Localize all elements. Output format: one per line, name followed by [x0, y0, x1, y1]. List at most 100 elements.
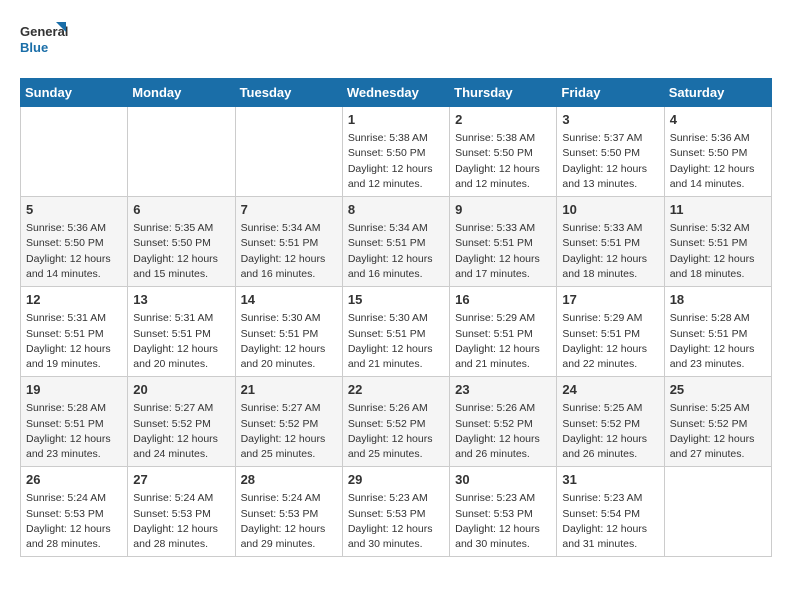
day-number: 29 [348, 471, 444, 489]
calendar-cell: 11 Sunrise: 5:32 AM Sunset: 5:51 PM Dayli… [664, 197, 771, 287]
day-number: 11 [670, 201, 766, 219]
day-number: 30 [455, 471, 551, 489]
day-info: Sunrise: 5:34 AM Sunset: 5:51 PM Dayligh… [348, 221, 444, 282]
day-number: 8 [348, 201, 444, 219]
calendar-cell: 14Sunrise: 5:30 AM Sunset: 5:51 PM Dayli… [235, 287, 342, 377]
day-info: Sunrise: 5:28 AM Sunset: 5:51 PM Dayligh… [26, 401, 122, 462]
header-day: Sunday [21, 79, 128, 107]
calendar-cell: 15 Sunrise: 5:30 AM Sunset: 5:51 PM Dayli… [342, 287, 449, 377]
calendar-cell: 22Sunrise: 5:26 AM Sunset: 5:52 PM Dayli… [342, 377, 449, 467]
calendar-cell [235, 107, 342, 197]
day-number: 2 [455, 111, 551, 129]
day-number: 25 [670, 381, 766, 399]
day-number: 6 [133, 201, 229, 219]
calendar-table: SundayMondayTuesdayWednesdayThursdayFrid… [20, 78, 772, 557]
header-day: Tuesday [235, 79, 342, 107]
calendar-cell [21, 107, 128, 197]
day-info: Sunrise: 5:32 AM Sunset: 5:51 PM Dayligh… [670, 221, 766, 282]
day-info: Sunrise: 5:25 AM Sunset: 5:52 PM Dayligh… [670, 401, 766, 462]
day-number: 23 [455, 381, 551, 399]
calendar-week-row: 26Sunrise: 5:24 AM Sunset: 5:53 PM Dayli… [21, 467, 772, 557]
svg-text:Blue: Blue [20, 40, 48, 55]
calendar-cell: 31 Sunrise: 5:23 AM Sunset: 5:54 PM Dayli… [557, 467, 664, 557]
day-number: 9 [455, 201, 551, 219]
calendar-cell: 24 Sunrise: 5:25 AM Sunset: 5:52 PM Dayli… [557, 377, 664, 467]
calendar-cell: 5 Sunrise: 5:36 AM Sunset: 5:50 PM Daylig… [21, 197, 128, 287]
day-info: Sunrise: 5:29 AM Sunset: 5:51 PM Dayligh… [562, 311, 658, 372]
calendar-cell: 2 Sunrise: 5:38 AM Sunset: 5:50 PM Daylig… [450, 107, 557, 197]
calendar-cell: 26Sunrise: 5:24 AM Sunset: 5:53 PM Dayli… [21, 467, 128, 557]
day-number: 17 [562, 291, 658, 309]
day-number: 5 [26, 201, 122, 219]
calendar-cell: 28 Sunrise: 5:24 AM Sunset: 5:53 PM Dayli… [235, 467, 342, 557]
calendar-cell: 20 Sunrise: 5:27 AM Sunset: 5:52 PM Dayli… [128, 377, 235, 467]
day-info: Sunrise: 5:30 AM Sunset: 5:51 PM Dayligh… [348, 311, 444, 372]
logo-svg: General Blue [20, 20, 70, 62]
day-number: 18 [670, 291, 766, 309]
day-number: 28 [241, 471, 337, 489]
calendar-cell: 23Sunrise: 5:26 AM Sunset: 5:52 PM Dayli… [450, 377, 557, 467]
day-info: Sunrise: 5:23 AM Sunset: 5:54 PM Dayligh… [562, 491, 658, 552]
day-info: Sunrise: 5:24 AM Sunset: 5:53 PM Dayligh… [26, 491, 122, 552]
header-row: SundayMondayTuesdayWednesdayThursdayFrid… [21, 79, 772, 107]
calendar-cell [664, 467, 771, 557]
day-number: 15 [348, 291, 444, 309]
day-number: 31 [562, 471, 658, 489]
calendar-week-row: 1 Sunrise: 5:38 AM Sunset: 5:50 PM Daylig… [21, 107, 772, 197]
header-day: Thursday [450, 79, 557, 107]
day-info: Sunrise: 5:23 AM Sunset: 5:53 PM Dayligh… [348, 491, 444, 552]
calendar-cell: 9 Sunrise: 5:33 AM Sunset: 5:51 PM Daylig… [450, 197, 557, 287]
calendar-cell: 16Sunrise: 5:29 AM Sunset: 5:51 PM Dayli… [450, 287, 557, 377]
calendar-cell: 30 Sunrise: 5:23 AM Sunset: 5:53 PM Dayli… [450, 467, 557, 557]
calendar-cell: 8 Sunrise: 5:34 AM Sunset: 5:51 PM Daylig… [342, 197, 449, 287]
day-info: Sunrise: 5:35 AM Sunset: 5:50 PM Dayligh… [133, 221, 229, 282]
header-day: Friday [557, 79, 664, 107]
calendar-cell: 17 Sunrise: 5:29 AM Sunset: 5:51 PM Dayli… [557, 287, 664, 377]
day-number: 24 [562, 381, 658, 399]
day-info: Sunrise: 5:38 AM Sunset: 5:50 PM Dayligh… [455, 131, 551, 192]
calendar-cell: 13 Sunrise: 5:31 AM Sunset: 5:51 PM Dayli… [128, 287, 235, 377]
calendar-week-row: 12 Sunrise: 5:31 AM Sunset: 5:51 PM Dayli… [21, 287, 772, 377]
day-info: Sunrise: 5:38 AM Sunset: 5:50 PM Dayligh… [348, 131, 444, 192]
day-number: 10 [562, 201, 658, 219]
day-info: Sunrise: 5:30 AM Sunset: 5:51 PM Dayligh… [241, 311, 337, 372]
calendar-cell: 10Sunrise: 5:33 AM Sunset: 5:51 PM Dayli… [557, 197, 664, 287]
day-info: Sunrise: 5:36 AM Sunset: 5:50 PM Dayligh… [26, 221, 122, 282]
day-info: Sunrise: 5:27 AM Sunset: 5:52 PM Dayligh… [133, 401, 229, 462]
calendar-cell: 19Sunrise: 5:28 AM Sunset: 5:51 PM Dayli… [21, 377, 128, 467]
header-day: Monday [128, 79, 235, 107]
calendar-cell: 4 Sunrise: 5:36 AM Sunset: 5:50 PM Daylig… [664, 107, 771, 197]
calendar-cell: 3 Sunrise: 5:37 AM Sunset: 5:50 PM Daylig… [557, 107, 664, 197]
logo: General Blue [20, 20, 70, 62]
day-info: Sunrise: 5:34 AM Sunset: 5:51 PM Dayligh… [241, 221, 337, 282]
day-info: Sunrise: 5:24 AM Sunset: 5:53 PM Dayligh… [133, 491, 229, 552]
day-number: 13 [133, 291, 229, 309]
day-number: 16 [455, 291, 551, 309]
day-number: 1 [348, 111, 444, 129]
day-info: Sunrise: 5:27 AM Sunset: 5:52 PM Dayligh… [241, 401, 337, 462]
day-info: Sunrise: 5:36 AM Sunset: 5:50 PM Dayligh… [670, 131, 766, 192]
calendar-cell: 7Sunrise: 5:34 AM Sunset: 5:51 PM Daylig… [235, 197, 342, 287]
day-number: 27 [133, 471, 229, 489]
day-info: Sunrise: 5:23 AM Sunset: 5:53 PM Dayligh… [455, 491, 551, 552]
day-info: Sunrise: 5:31 AM Sunset: 5:51 PM Dayligh… [133, 311, 229, 372]
day-number: 3 [562, 111, 658, 129]
calendar-cell: 12 Sunrise: 5:31 AM Sunset: 5:51 PM Dayli… [21, 287, 128, 377]
day-info: Sunrise: 5:31 AM Sunset: 5:51 PM Dayligh… [26, 311, 122, 372]
day-number: 4 [670, 111, 766, 129]
day-info: Sunrise: 5:33 AM Sunset: 5:51 PM Dayligh… [455, 221, 551, 282]
calendar-week-row: 19Sunrise: 5:28 AM Sunset: 5:51 PM Dayli… [21, 377, 772, 467]
day-info: Sunrise: 5:25 AM Sunset: 5:52 PM Dayligh… [562, 401, 658, 462]
calendar-cell: 1 Sunrise: 5:38 AM Sunset: 5:50 PM Daylig… [342, 107, 449, 197]
day-number: 22 [348, 381, 444, 399]
day-info: Sunrise: 5:24 AM Sunset: 5:53 PM Dayligh… [241, 491, 337, 552]
day-number: 21 [241, 381, 337, 399]
day-number: 20 [133, 381, 229, 399]
day-number: 12 [26, 291, 122, 309]
calendar-cell: 21 Sunrise: 5:27 AM Sunset: 5:52 PM Dayli… [235, 377, 342, 467]
header-day: Wednesday [342, 79, 449, 107]
calendar-cell: 29 Sunrise: 5:23 AM Sunset: 5:53 PM Dayli… [342, 467, 449, 557]
calendar-cell: 25 Sunrise: 5:25 AM Sunset: 5:52 PM Dayli… [664, 377, 771, 467]
day-info: Sunrise: 5:37 AM Sunset: 5:50 PM Dayligh… [562, 131, 658, 192]
day-info: Sunrise: 5:28 AM Sunset: 5:51 PM Dayligh… [670, 311, 766, 372]
